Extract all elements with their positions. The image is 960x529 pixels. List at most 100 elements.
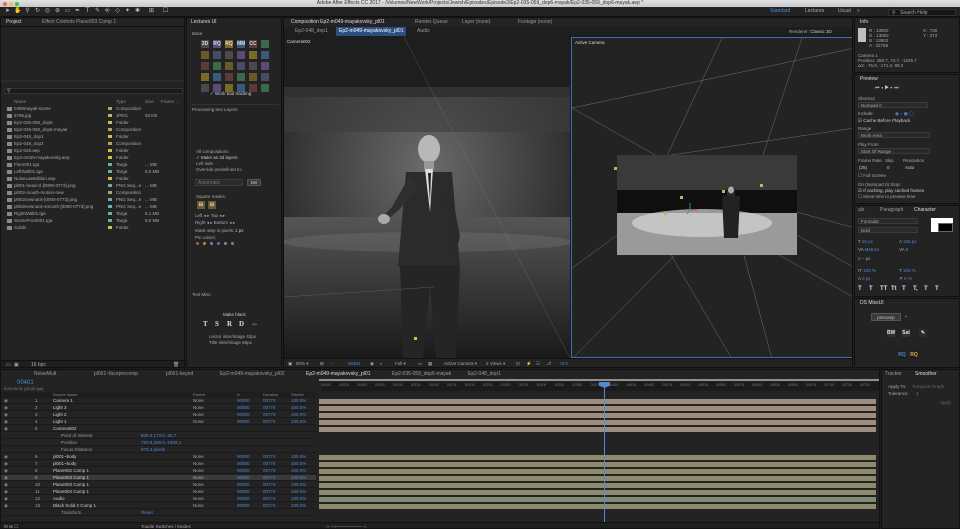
tab-effect-controls[interactable]: Effect Controls Plane003 Comp 1 [39,18,119,26]
layer-parent[interactable]: None [193,482,204,488]
rq-blue-icon[interactable]: RQ [898,351,906,359]
left-side-checkbox[interactable]: Left side [196,161,213,166]
lectures-tool-icon[interactable]: RQ [213,40,221,48]
layer-in[interactable]: Reset [141,510,153,516]
col-stretch[interactable]: Stretch [291,392,304,397]
faux-style-button[interactable]: TT [880,286,887,292]
all-compositions-option[interactable]: All compositions [196,149,229,154]
predefined-select[interactable]: Automatic [195,179,243,186]
project-item[interactable]: Ep2-048_dop2 Composition [1,140,184,147]
layer-duration[interactable]: 00774 [263,482,276,488]
lectures-tool-icon[interactable]: CC [249,40,257,48]
vertical-scale-field[interactable]: IT 100 % [858,268,876,273]
move-time-checkbox[interactable]: ☐ Move time to preview time [858,194,916,200]
lectures-tool-icon[interactable] [261,73,269,81]
layer-duration[interactable]: 00774 [263,405,276,411]
lectures-tool-icon[interactable] [249,73,257,81]
layer-stretch[interactable]: 100.0% [291,489,306,495]
tab-als[interactable]: als [855,206,867,214]
project-item[interactable]: Ep2-035-059_dop6 Folder [1,119,184,126]
range-select[interactable]: Work Area [858,132,930,138]
lectures-tool-icon[interactable] [213,51,221,59]
project-item[interactable]: SceneFront001.tga Targa 9.0 MB [1,217,184,224]
playhead[interactable] [604,382,605,522]
workspace-lectures[interactable]: Lectures [805,8,824,15]
layer-name[interactable]: Light 2 [53,412,67,418]
layer-name[interactable]: Audio [53,496,65,502]
tab-preview[interactable]: Preview [857,75,881,83]
close-window-button[interactable] [3,1,7,6]
faux-style-button[interactable]: T, [913,286,918,292]
label-color-swatch[interactable] [108,114,112,117]
project-item[interactable]: Ep2-048_dop1 Folder [1,133,184,140]
visibility-eye-icon[interactable]: ◉ [4,412,8,418]
layer-row[interactable]: ◉ 5 Camera002 [1,426,316,432]
layer-stretch[interactable]: 100.0% [291,503,306,509]
text-style-link-icon[interactable]: ⇔ [251,320,258,328]
search-help-input[interactable]: ⚲ Search Help [888,8,956,16]
tab-lectures-ui[interactable]: Lectures UI [188,18,220,26]
precomp-button[interactable]: precomp [871,313,901,321]
ds-red-icon[interactable]: ▾ [905,314,907,320]
layer-in[interactable]: 00000 [237,475,250,481]
mask-right-icon[interactable]: ⊟ [208,201,216,209]
layer-duration[interactable]: 00774 [263,419,276,425]
workspace-usual[interactable]: Usual [838,8,851,15]
roto-brush-tool-icon[interactable]: ✦ [124,8,131,15]
del-button[interactable]: Del [247,179,261,186]
toggle-switches-modes[interactable]: Toggle Switches / Modes [141,524,191,528]
visibility-eye-icon[interactable]: ◉ [4,398,8,404]
visibility-eye-icon[interactable]: ◉ [4,419,8,425]
layer-name[interactable]: Plane003 Comp 1 [53,475,89,481]
layer-parent[interactable]: None [193,503,204,509]
timeline-comp-tab[interactable]: pl001-keyed [163,370,196,378]
resolution-select[interactable]: Full ▾ [395,361,406,367]
layer-parent[interactable]: None [193,461,204,467]
layer-name[interactable]: Focus Distance [61,447,92,453]
lectures-tool-icon[interactable] [261,40,269,48]
work-area-bar[interactable] [319,379,879,381]
camera-tool-icon[interactable]: ◎ [44,8,51,15]
text-style-r-icon[interactable]: R [227,320,232,328]
bw-button[interactable]: BW [887,329,895,337]
layer-duration[interactable]: 00774 [263,489,276,495]
timeline-comp-tab[interactable]: Ep2-m049-mayakovsky_pl02 [217,370,287,378]
tolerance-value[interactable]: 1 [916,391,919,396]
layer-stretch[interactable]: 100.0% [291,496,306,502]
project-item[interactable]: pl001-head-cl-[0000-0773].png PNG Seq...… [1,182,184,189]
new-folder-icon[interactable]: ▭ [6,362,11,367]
layer-stretch[interactable]: 100.0% [291,419,306,425]
faux-style-button[interactable]: Tt [891,286,897,292]
layer-duration-bar[interactable] [319,419,876,425]
lectures-tool-icon[interactable] [261,51,269,59]
show-channel-icon[interactable]: ◐ [380,361,383,366]
tsume-field[interactable]: ✕ 0 % [899,276,912,282]
layer-row[interactable]: ◉ 6 pl001~body None 00000 00774 100.0% [1,454,316,460]
layer-in[interactable]: 00000 [237,503,250,509]
label-color-swatch[interactable] [108,107,112,110]
active-camera-view[interactable]: Active Camera [571,37,852,358]
layer-name[interactable]: Black Solid 2 Comp 1 [53,503,96,509]
layer-name[interactable]: Plane004 Comp 1 [53,489,89,495]
lectures-tool-icon[interactable] [213,62,221,70]
apply-to-select[interactable]: Temporal Graph [912,384,944,389]
pen-tool-icon[interactable]: ✒ [74,8,81,15]
mask-step-value[interactable]: 1 px [235,228,244,233]
leading-field[interactable]: A 155 px [899,239,917,244]
layer-name[interactable]: Transform [61,510,81,516]
region-of-interest-icon[interactable]: ▭ [418,361,422,367]
layer-in[interactable]: 00000 [237,419,250,425]
rectangle-tool-icon[interactable]: ▭ [64,8,71,15]
transparency-grid-icon[interactable]: ▦ [428,361,432,367]
rq-yellow-icon[interactable]: RQ [910,351,918,359]
lectures-tool-icon[interactable] [201,73,209,81]
make-black-button[interactable]: Make black [223,312,246,317]
faux-style-button[interactable]: T [924,286,928,292]
layer-duration-bar[interactable] [319,412,876,418]
layer-in[interactable]: 00000 [237,398,250,404]
layer-duration[interactable]: 00774 [263,398,276,404]
tab-paragraph[interactable]: Paragraph [877,206,906,214]
layer-name[interactable]: Light 1 [53,419,67,425]
sat-button[interactable]: Sat [902,329,910,337]
pan-behind-tool-icon[interactable]: ⊕ [54,8,61,15]
